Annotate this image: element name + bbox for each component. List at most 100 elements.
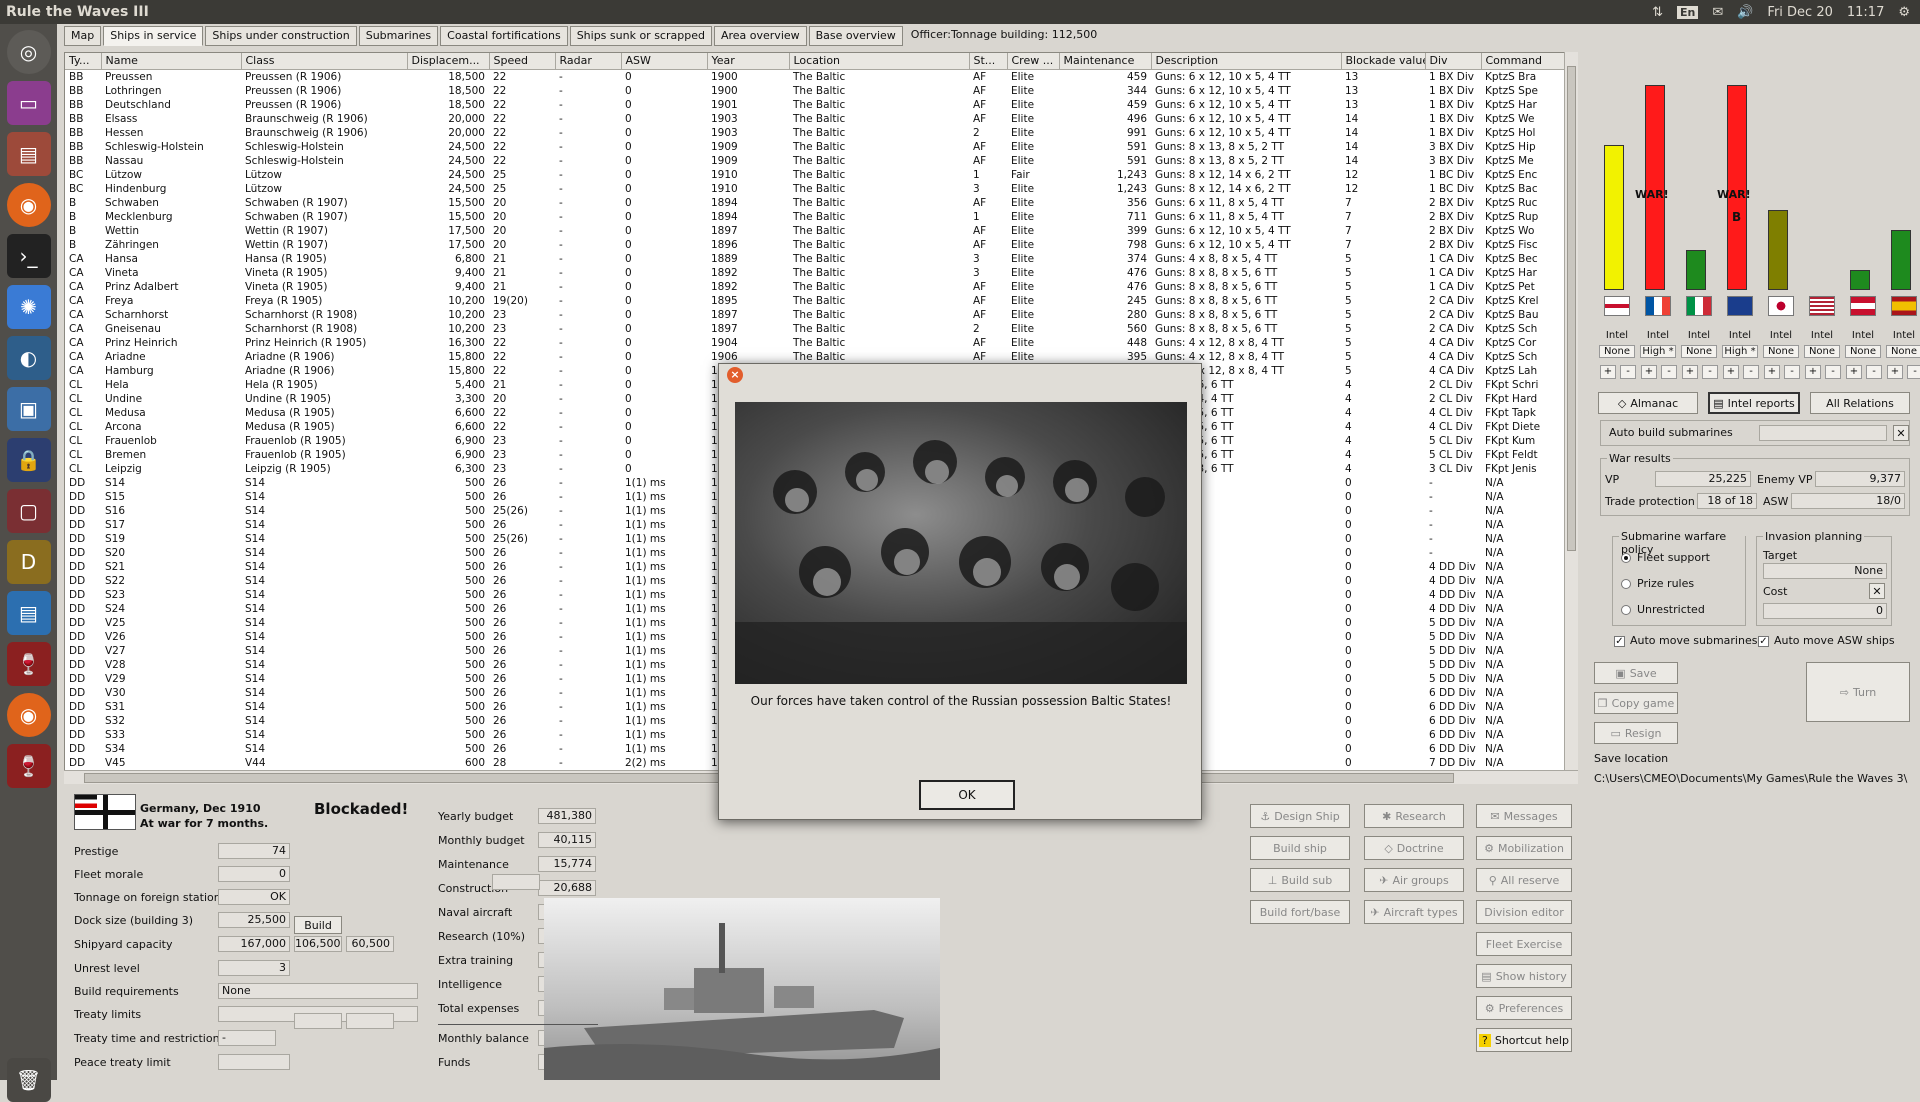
table-row[interactable]: BC Hindenburg Lützow 24,500 25 - 0 1910 The Balt… (65, 182, 1577, 196)
table-row[interactable]: CA Ariadne Ariadne (R 1906) 15,800 22 - 0 1906 T… (65, 350, 1577, 364)
preferences-button[interactable]: ⚙ Preferences (1476, 996, 1572, 1020)
build-dock-button[interactable]: Build (294, 916, 342, 934)
column-header[interactable]: Blockade value (1341, 53, 1426, 70)
auto-build-field[interactable] (1759, 425, 1887, 441)
terminal-icon[interactable]: ›_ (6, 234, 51, 278)
flag-jp-icon[interactable] (1768, 296, 1794, 316)
flag-fr-icon[interactable] (1645, 296, 1671, 316)
column-header[interactable]: Crew ... (1007, 53, 1060, 70)
research-button[interactable]: ✱ Research (1364, 804, 1464, 828)
table-row[interactable]: BB Lothringen Preussen (R 1906) 18,500 22 - 0 1… (65, 84, 1577, 98)
resign-button[interactable]: ▭ Resign (1594, 722, 1678, 744)
flag-it-icon[interactable] (1686, 296, 1712, 316)
target-value[interactable]: None (1763, 563, 1887, 579)
intel-increase-button[interactable]: + (1887, 365, 1903, 379)
auto-build-clear-button[interactable]: ✕ (1893, 425, 1909, 441)
intel-increase-button[interactable]: + (1682, 365, 1698, 379)
intel-increase-button[interactable]: + (1723, 365, 1739, 379)
table-row[interactable]: BB Deutschland Preussen (R 1906) 18,500 22 - 0… (65, 98, 1577, 112)
keyboard-language[interactable]: En (1676, 5, 1699, 19)
table-row[interactable]: B Schwaben Schwaben (R 1907) 15,500 20 - 0 1894… (65, 196, 1577, 210)
flag-ah-icon[interactable] (1850, 296, 1876, 316)
clock-time[interactable]: 11:17 (1847, 5, 1884, 20)
tab-ships-under-construction[interactable]: Ships under construction (205, 26, 357, 46)
policy-unrestricted[interactable]: Unrestricted (1621, 603, 1705, 616)
shortcut-help-button[interactable]: ? Shortcut help (1476, 1028, 1572, 1052)
network-arrows-icon[interactable]: ⇅ (1652, 5, 1663, 20)
intel-increase-button[interactable]: + (1600, 365, 1616, 379)
firefox-icon[interactable]: ◉ (6, 183, 51, 227)
division-editor-button[interactable]: Division editor (1476, 900, 1572, 924)
dash-icon[interactable]: ◎ (6, 30, 51, 74)
copy-game-button[interactable]: ❐ Copy game (1594, 692, 1678, 714)
column-header[interactable]: Displacem... (407, 53, 490, 70)
build-fort-base-button[interactable]: Build fort/base (1250, 900, 1350, 924)
invasion-clear-button[interactable]: ✕ (1869, 583, 1885, 599)
auto-move-asw-check[interactable]: ✓ Auto move ASW ships (1758, 634, 1895, 647)
table-row[interactable]: CA Scharnhorst Scharnhorst (R 1908) 10,200 2… (65, 308, 1577, 322)
tab-ships-in-service[interactable]: Ships in service (103, 26, 204, 46)
archive-icon[interactable]: ▤ (6, 132, 51, 176)
tab-submarines[interactable]: Submarines (358, 26, 439, 46)
policy-fleet-support[interactable]: Fleet support (1621, 551, 1710, 564)
pinwheel-icon[interactable]: ✺ (6, 285, 51, 329)
dosbox-icon[interactable]: D (6, 540, 51, 584)
messages-button[interactable]: ✉ Messages (1476, 804, 1572, 828)
tab-coastal-fortifications[interactable]: Coastal fortifications (440, 26, 568, 46)
column-header[interactable]: Radar (555, 53, 622, 70)
lock-icon[interactable]: 🔒 (6, 438, 51, 482)
table-row[interactable]: BB Preussen Preussen (R 1906) 18,500 22 - 0 190… (65, 69, 1577, 84)
column-header[interactable]: ASW (621, 53, 708, 70)
intel-decrease-button[interactable]: - (1825, 365, 1841, 379)
intel-reports-button[interactable]: ▤ Intel reports (1708, 392, 1800, 414)
tab-base-overview[interactable]: Base overview (808, 26, 903, 46)
aircraft-types-button[interactable]: ✈ Aircraft types (1364, 900, 1464, 924)
flag-es-icon[interactable] (1891, 296, 1917, 316)
column-header[interactable]: Description (1151, 53, 1342, 70)
clock-date[interactable]: Fri Dec 20 (1767, 5, 1832, 20)
build-ship-button[interactable]: Build ship (1250, 836, 1350, 860)
table-row[interactable]: B Zähringen Wettin (R 1907) 17,500 20 - 0 1896 T… (65, 238, 1577, 252)
wine-2-icon[interactable]: 🍷 (6, 744, 51, 788)
intel-increase-button[interactable]: + (1846, 365, 1862, 379)
table-row[interactable]: BB Hessen Braunschweig (R 1906) 20,000 22 - 0 1… (65, 126, 1577, 140)
table-row[interactable]: CA Gneisenau Scharnhorst (R 1908) 10,200 23 -… (65, 322, 1577, 336)
intel-decrease-button[interactable]: - (1907, 365, 1920, 379)
radio-fleet-support[interactable] (1621, 553, 1631, 563)
intel-decrease-button[interactable]: - (1743, 365, 1759, 379)
table-row[interactable]: BC Lützow Lützow 24,500 25 - 0 1910 The Baltic 1 F… (65, 168, 1577, 182)
all-relations-button[interactable]: All Relations (1810, 392, 1910, 414)
trash-icon[interactable]: 🗑 (6, 1058, 51, 1102)
table-row[interactable]: CA Hansa Hansa (R 1905) 6,800 21 - 0 1889 The Ba… (65, 252, 1577, 266)
virtualbox-icon[interactable]: ▣ (6, 387, 51, 431)
table-row[interactable]: B Wettin Wettin (R 1907) 17,500 20 - 0 1897 The … (65, 224, 1577, 238)
table-vertical-scrollbar[interactable] (1564, 52, 1578, 770)
column-header[interactable]: Ty... (65, 53, 102, 70)
steam-icon[interactable]: ◐ (6, 336, 51, 380)
files-icon[interactable]: ▭ (6, 81, 51, 125)
tab-area-overview[interactable]: Area overview (713, 26, 807, 46)
intel-increase-button[interactable]: + (1764, 365, 1780, 379)
policy-prize-rules[interactable]: Prize rules (1621, 577, 1694, 590)
table-row[interactable]: CA Prinz Adalbert Vineta (R 1905) 9,400 21 - 0… (65, 280, 1577, 294)
intel-decrease-button[interactable]: - (1661, 365, 1677, 379)
intel-decrease-button[interactable]: - (1866, 365, 1882, 379)
column-header[interactable]: Class (241, 53, 408, 70)
air-groups-button[interactable]: ✈ Air groups (1364, 868, 1464, 892)
save-button[interactable]: ▣ Save (1594, 662, 1678, 684)
intel-increase-button[interactable]: + (1641, 365, 1657, 379)
intel-decrease-button[interactable]: - (1620, 365, 1636, 379)
intel-decrease-button[interactable]: - (1784, 365, 1800, 379)
all-reserve-button[interactable]: ⚲ All reserve (1476, 868, 1572, 892)
intel-decrease-button[interactable]: - (1702, 365, 1718, 379)
column-header[interactable]: St... (969, 53, 1008, 70)
intel-increase-button[interactable]: + (1805, 365, 1821, 379)
volume-icon[interactable]: 🔊 (1737, 5, 1753, 20)
radio-unrestricted[interactable] (1621, 605, 1631, 615)
tab-map[interactable]: Map (64, 26, 102, 46)
tab-ships-sunk[interactable]: Ships sunk or scrapped (569, 26, 712, 46)
close-icon[interactable]: × (727, 367, 743, 383)
auto-move-asw-checkbox[interactable]: ✓ (1758, 635, 1769, 647)
table-row[interactable]: CA Freya Freya (R 1905) 10,200 19(20) - 0 1895 T… (65, 294, 1577, 308)
wine-icon[interactable]: 🍷 (6, 642, 51, 686)
